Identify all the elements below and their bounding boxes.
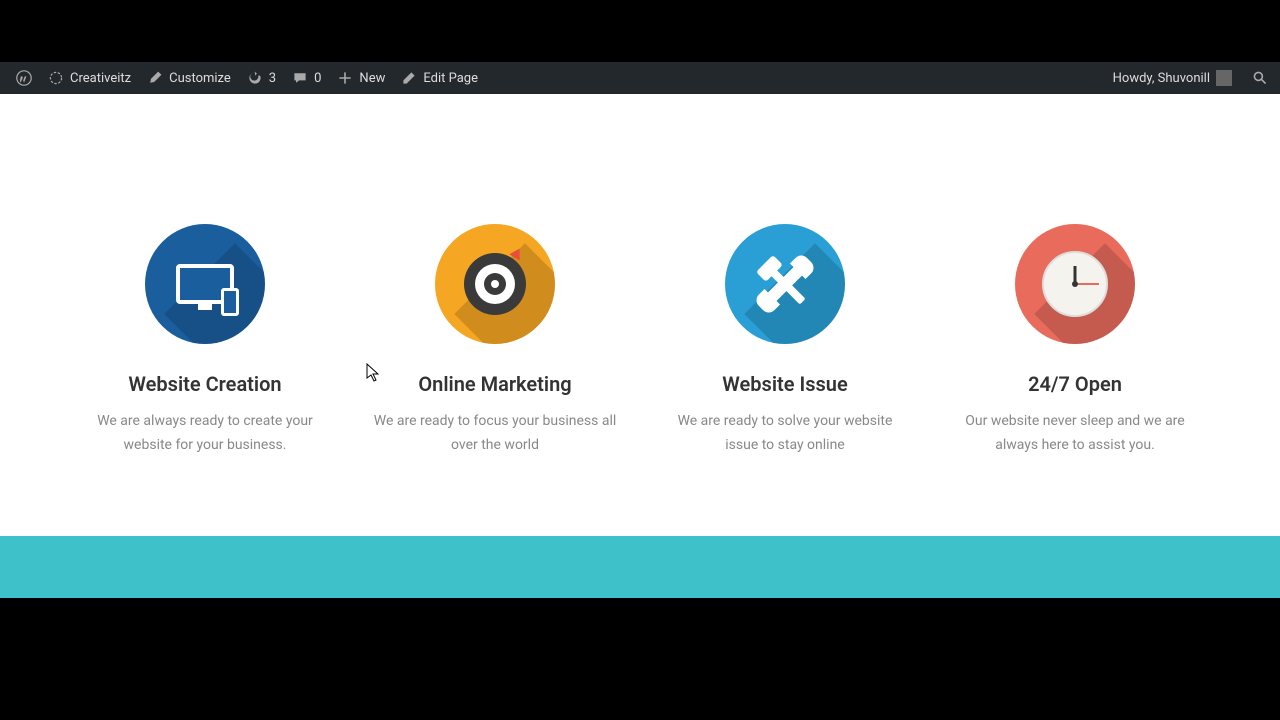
feature-description: We are always ready to create your websi… <box>80 410 330 458</box>
customize-label: Customize <box>169 71 231 86</box>
feature-title: Online Marketing <box>370 372 620 396</box>
feature-description: We are ready to solve your website issue… <box>660 410 910 458</box>
edit-page-label: Edit Page <box>423 71 478 86</box>
site-name-link[interactable]: Creativeitz <box>40 62 139 94</box>
customize-link[interactable]: Customize <box>139 62 239 94</box>
letterbox-bottom <box>0 660 1280 720</box>
plus-icon <box>337 70 353 86</box>
search-icon <box>1252 70 1268 86</box>
comment-icon <box>292 70 308 86</box>
updates-count: 3 <box>269 71 276 86</box>
features-row: Website Creation We are always ready to … <box>0 224 1280 458</box>
feature-description: We are ready to focus your business all … <box>370 410 620 458</box>
site-name-label: Creativeitz <box>70 71 131 86</box>
wp-admin-bar: Creativeitz Customize 3 0 New <box>0 62 1280 94</box>
teal-section <box>0 536 1280 598</box>
wordpress-icon <box>16 70 32 86</box>
feature-title: 24/7 Open <box>950 372 1200 396</box>
my-account-link[interactable]: Howdy, Shuvonill <box>1105 62 1240 94</box>
search-toggle[interactable] <box>1248 62 1272 94</box>
feature-website-creation: Website Creation We are always ready to … <box>80 224 330 458</box>
comments-link[interactable]: 0 <box>284 62 329 94</box>
edit-page-link[interactable]: Edit Page <box>393 62 486 94</box>
greeting-label: Howdy, Shuvonill <box>1113 71 1210 86</box>
adminbar-right: Howdy, Shuvonill <box>1105 62 1272 94</box>
page-content: Website Creation We are always ready to … <box>0 94 1280 598</box>
letterbox-top <box>0 0 1280 62</box>
feature-online-marketing: Online Marketing We are ready to focus y… <box>370 224 620 458</box>
feature-title: Website Creation <box>80 372 330 396</box>
home-icon <box>48 70 64 86</box>
feature-description: Our website never sleep and we are alway… <box>950 410 1200 458</box>
monitor-icon <box>145 224 265 344</box>
updates-link[interactable]: 3 <box>239 62 284 94</box>
feature-website-issue: Website Issue We are ready to solve your… <box>660 224 910 458</box>
feature-title: Website Issue <box>660 372 910 396</box>
comments-count: 0 <box>314 71 321 86</box>
wp-logo-menu[interactable] <box>8 62 40 94</box>
new-label: New <box>359 71 385 86</box>
clock-icon <box>1015 224 1135 344</box>
brush-icon <box>147 70 163 86</box>
refresh-icon <box>247 70 263 86</box>
tools-icon <box>725 224 845 344</box>
avatar <box>1216 70 1232 86</box>
new-content-link[interactable]: New <box>329 62 393 94</box>
pencil-icon <box>401 70 417 86</box>
feature-247-open: 24/7 Open Our website never sleep and we… <box>950 224 1200 458</box>
target-icon <box>435 224 555 344</box>
adminbar-left: Creativeitz Customize 3 0 New <box>8 62 486 94</box>
